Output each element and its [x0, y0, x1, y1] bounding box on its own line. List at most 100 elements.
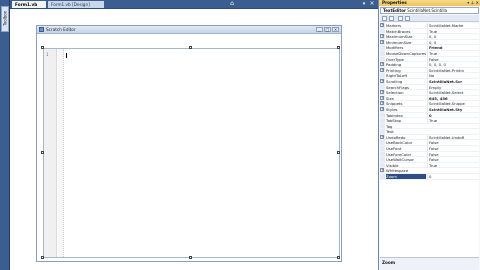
expand-icon[interactable]: +: [380, 95, 384, 100]
property-name: UseWaitCursor: [386, 157, 414, 163]
property-value[interactable]: False: [427, 151, 479, 157]
tab-form1-design[interactable]: Form1.vb [Design]: [48, 1, 104, 8]
property-value[interactable]: Friend: [427, 45, 479, 51]
property-value[interactable]: No: [427, 73, 479, 79]
events-icon[interactable]: [405, 16, 410, 21]
resize-handle[interactable]: [337, 46, 340, 49]
row-gutter: [380, 73, 385, 78]
property-name: OverType: [386, 56, 404, 62]
property-value[interactable]: False: [427, 146, 479, 152]
property-name: Markers: [386, 23, 402, 28]
expand-icon[interactable]: +: [380, 78, 384, 83]
panel-pin-close-icons[interactable]: ▾ ⊥ ×: [467, 0, 479, 6]
property-value[interactable]: ScintillaNet.Marke: [427, 23, 479, 28]
scintilla-editor[interactable]: 1: [43, 48, 340, 258]
property-name: TabIndex: [386, 112, 403, 118]
property-value[interactable]: 0: [427, 112, 479, 118]
form-window[interactable]: Scratch Editor _ □ × 1: [36, 25, 342, 262]
expand-icon[interactable]: +: [380, 168, 384, 173]
expand-icon[interactable]: +: [380, 34, 384, 39]
resize-handle[interactable]: [189, 46, 192, 49]
row-gutter: [380, 45, 385, 50]
object-type: ScintillaNet.Scintilla: [407, 8, 448, 13]
toolbox-strip: Toolbox: [0, 0, 10, 270]
row-gutter: [380, 84, 385, 90]
line-number-margin: 1: [44, 49, 57, 257]
resize-handle[interactable]: [337, 151, 340, 154]
expand-icon[interactable]: +: [380, 106, 384, 111]
row-gutter: [380, 56, 385, 62]
expand-icon[interactable]: +: [380, 39, 384, 44]
row-gutter: [380, 123, 385, 129]
row-gutter: +: [380, 23, 385, 28]
object-selector[interactable]: TextEditor ScintillaNet.Scintilla: [380, 7, 479, 14]
close-document-icon[interactable]: ×: [368, 0, 376, 8]
resize-handle[interactable]: [41, 46, 44, 49]
row-gutter: +: [380, 90, 385, 95]
designer-surface: Scratch Editor _ □ × 1: [10, 8, 378, 270]
property-value[interactable]: Empty: [427, 84, 479, 90]
property-value[interactable]: 0, 0: [427, 39, 479, 45]
row-gutter: [380, 174, 385, 179]
property-row[interactable]: Zoom 0: [380, 174, 479, 180]
property-value[interactable]: False: [427, 140, 479, 146]
expand-icon[interactable]: +: [380, 67, 384, 72]
property-value[interactable]: False: [427, 56, 479, 62]
maximize-icon[interactable]: □: [324, 27, 331, 32]
property-value[interactable]: 0, 0, 0, 0: [427, 62, 479, 68]
toolbox-tab[interactable]: Toolbox: [1, 6, 9, 32]
expand-icon[interactable]: +: [380, 90, 384, 95]
property-value[interactable]: ScintillaNet.Select: [427, 90, 479, 96]
property-name: MinimumSize: [386, 39, 412, 45]
form-title: Scratch Editor: [46, 27, 76, 32]
expand-icon[interactable]: +: [380, 62, 384, 67]
property-value[interactable]: True: [427, 28, 479, 34]
expand-icon[interactable]: +: [380, 134, 384, 139]
property-value[interactable]: ScintillaNet.Printin: [427, 67, 479, 73]
property-value[interactable]: True: [427, 118, 479, 124]
property-name: UndoRedo: [386, 134, 406, 140]
close-icon[interactable]: ×: [332, 27, 339, 32]
tab-form1-code[interactable]: Form1.vb: [12, 1, 46, 8]
property-name: SearchFlags: [386, 84, 409, 90]
property-name: Padding: [386, 62, 402, 68]
minimize-icon[interactable]: _: [316, 27, 323, 32]
property-value[interactable]: 0: [427, 174, 479, 180]
resize-handle[interactable]: [41, 256, 44, 259]
property-value[interactable]: ScintillaNet.Scr: [427, 78, 479, 84]
row-gutter: [380, 140, 385, 146]
property-name: UseFont: [386, 146, 402, 152]
form-window-controls: _ □ ×: [316, 27, 339, 32]
tab-dropdown-icon[interactable]: ▾: [361, 0, 367, 8]
property-name: Visible: [386, 162, 399, 168]
property-value[interactable]: ScintillaNet.Sty: [427, 106, 479, 112]
row-gutter: [380, 162, 385, 168]
property-value[interactable]: True: [427, 162, 479, 168]
row-gutter: [380, 28, 385, 34]
pin-icon[interactable]: ⌂: [228, 0, 236, 8]
property-name: UseBackColor: [386, 140, 413, 146]
property-value[interactable]: 0, 0: [427, 34, 479, 40]
property-value[interactable]: 645, 456: [427, 95, 479, 101]
property-value[interactable]: True: [427, 50, 479, 56]
form-titlebar: Scratch Editor _ □ ×: [37, 26, 341, 34]
property-name: Snippets: [386, 101, 403, 107]
resize-handle[interactable]: [189, 256, 192, 259]
row-gutter: +: [380, 78, 385, 84]
properties-icon[interactable]: [398, 16, 403, 21]
property-value[interactable]: ScintillaNet.Snippe: [427, 101, 479, 107]
categorized-icon[interactable]: [382, 16, 387, 21]
property-name: Zoom: [386, 174, 426, 180]
property-grid: + Markers ScintillaNet.Marke MatchBraces Tru…: [380, 23, 479, 257]
property-name: Scrolling: [386, 78, 403, 84]
property-value[interactable]: ScintillaNet.UndoR: [427, 134, 479, 140]
property-value[interactable]: False: [427, 157, 479, 163]
expand-icon[interactable]: +: [380, 23, 384, 27]
resize-handle[interactable]: [337, 256, 340, 259]
resize-handle[interactable]: [41, 151, 44, 154]
property-name: Size: [386, 95, 394, 101]
expand-icon[interactable]: +: [380, 101, 384, 106]
row-gutter: [380, 112, 385, 118]
alphabetical-icon[interactable]: [389, 16, 394, 21]
row-gutter: [380, 151, 385, 157]
